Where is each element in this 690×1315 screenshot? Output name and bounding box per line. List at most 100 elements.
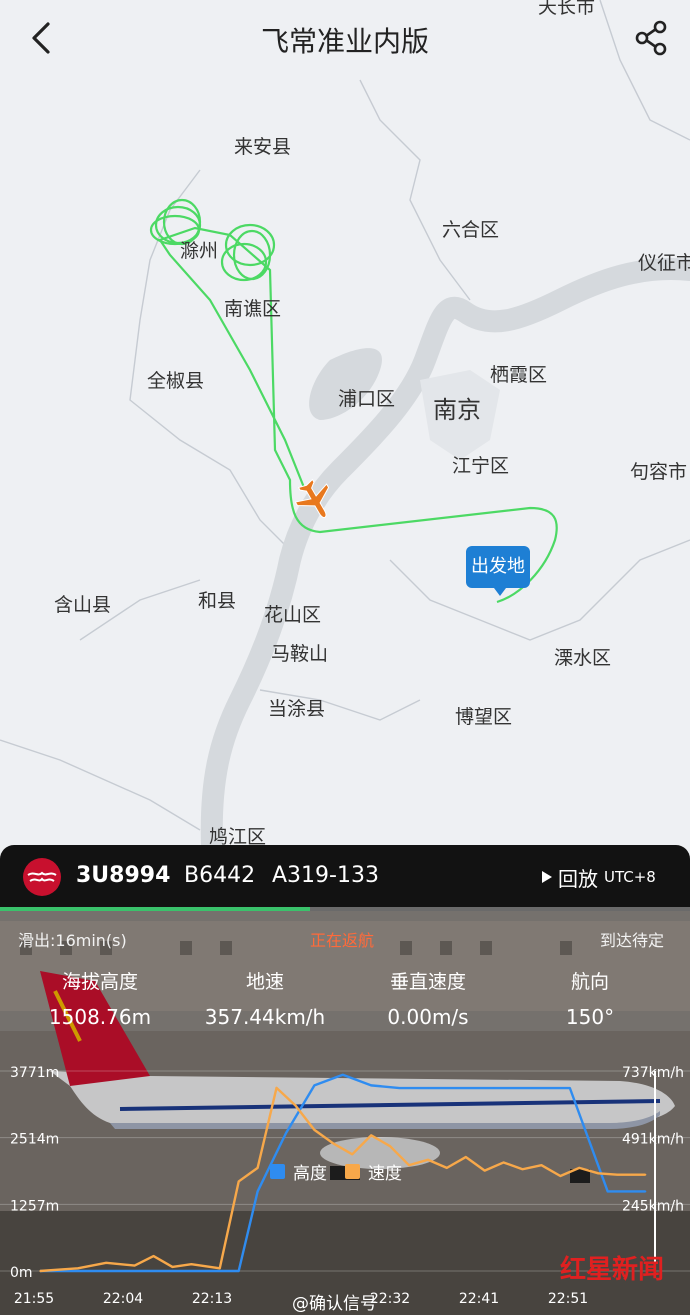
altitude-point [427, 1087, 429, 1089]
speed-point [294, 1104, 297, 1107]
chart-legend: 高度 速度 [270, 1159, 402, 1184]
map-label-quanjiao: 全椒县 [147, 370, 205, 392]
altitude-point [569, 1087, 571, 1089]
speed-point [578, 1167, 581, 1169]
speed-point [389, 1145, 391, 1147]
replay-label: 回放 [558, 866, 598, 891]
map-label-tianchang: 天长市 [538, 0, 596, 18]
aircraft-type: A319-133 [272, 863, 379, 888]
altitude-point [86, 1270, 89, 1272]
speed-point [237, 1180, 240, 1183]
left-axis-tick-label: 0m [10, 1265, 33, 1281]
altitude-point [531, 1087, 533, 1089]
speed-point [275, 1087, 278, 1089]
altitude-point [398, 1087, 401, 1089]
map-label-jiujiang: 鸠江区 [209, 826, 267, 845]
altitude-point [341, 1073, 344, 1076]
flight-number: 3U8994 [76, 863, 171, 888]
speed-point [256, 1167, 259, 1169]
x-axis-tick-label: 22:13 [192, 1291, 232, 1307]
map-label-hexian: 和县 [198, 590, 237, 612]
speed-point [616, 1173, 618, 1176]
map-label-nanqiao: 南谯区 [224, 298, 282, 320]
speed-point [218, 1267, 221, 1270]
map-label-nanjing: 南京 [433, 396, 481, 424]
map-label-liuhe: 六合区 [442, 219, 500, 241]
speed-point [351, 1153, 354, 1156]
speed-point [313, 1129, 316, 1131]
right-axis-tick-label: 491km/h [622, 1132, 684, 1148]
speed-point [77, 1267, 79, 1270]
speed-point [464, 1156, 467, 1158]
altitude-point [370, 1084, 372, 1087]
altitude-point [606, 1190, 609, 1193]
map-label-qixia: 栖霞区 [490, 364, 548, 386]
map-label-pukou: 浦口区 [338, 388, 396, 410]
speed-point [502, 1161, 505, 1164]
map-label-hanshan: 含山县 [54, 594, 112, 616]
speed-point [408, 1164, 410, 1166]
left-axis-tick-label: 2514m [10, 1132, 59, 1148]
speed-point [332, 1142, 335, 1145]
legend-altitude-label: 高度 [293, 1164, 327, 1184]
map-label-jurong: 句容市 [630, 461, 688, 483]
airline-logo-icon [23, 858, 61, 896]
altitude-point [218, 1270, 221, 1272]
flight-data-panel: 滑出:16min(s) 正在返航 到达待定 海拔高度 地速 垂直速度 航向 15… [0, 911, 690, 1315]
map-label-chuzhou: 滁州 [180, 240, 219, 262]
aircraft-registration: B6442 [184, 863, 256, 888]
map-label-huashan: 花山区 [264, 604, 322, 626]
altitude-point [237, 1270, 240, 1272]
speed-point [446, 1167, 448, 1169]
map-label-lishui: 溧水区 [554, 647, 612, 669]
legend-speed-label: 速度 [368, 1164, 402, 1184]
legend-swatch-speed [345, 1164, 360, 1179]
map-label-maanshan: 马鞍山 [271, 643, 329, 665]
map-label-bowang: 博望区 [455, 706, 513, 728]
speed-point [597, 1172, 600, 1175]
altitude-point [285, 1132, 287, 1134]
speed-point [171, 1266, 174, 1268]
replay-button[interactable]: 回放 UTC+8 [542, 861, 656, 893]
x-axis-tick-label: 22:41 [459, 1291, 499, 1307]
speed-point [483, 1169, 486, 1172]
play-icon [542, 871, 552, 883]
page-title: 飞常准业内版 [260, 25, 429, 58]
x-axis-tick-label: 22:04 [103, 1291, 143, 1307]
speed-point [190, 1263, 193, 1266]
news-logo-watermark: 红星新闻 [560, 1255, 665, 1285]
right-axis-tick-label: 245km/h [622, 1198, 684, 1214]
altitude-point [455, 1087, 458, 1089]
flight-info-bar: 3U8994 B6442 A319-133 回放 UTC+8 [0, 845, 690, 909]
left-axis-tick-label: 3771m [10, 1065, 59, 1081]
flight-map[interactable]: 飞常准业内版 天长市 来安县 六合区 仪征市 滁州 南谯区 全椒县 栖霞区 浦口… [0, 0, 690, 845]
map-label-jiangning: 江宁区 [452, 455, 510, 477]
airplane-icon[interactable] [293, 478, 337, 522]
legend-swatch-altitude [270, 1164, 285, 1179]
speed-point [39, 1270, 41, 1272]
x-axis-tick-label: 21:55 [14, 1291, 54, 1307]
map-base [0, 0, 690, 845]
speed-point [133, 1264, 136, 1267]
right-axis-tick-label: 737km/h [622, 1065, 684, 1081]
map-label-yizheng: 仪征市 [638, 252, 690, 274]
left-axis-tick-label: 1257m [10, 1198, 59, 1214]
altitude-point [256, 1190, 259, 1193]
altitude-point [171, 1270, 174, 1272]
altitude-point [313, 1084, 316, 1087]
weibo-watermark: @确认信号 [292, 1294, 377, 1314]
share-icon[interactable] [632, 18, 672, 58]
speed-point [370, 1134, 372, 1137]
speed-point [152, 1255, 155, 1257]
map-label-laian: 来安县 [234, 136, 292, 158]
x-axis-tick-label: 22:51 [548, 1291, 588, 1307]
speed-point [105, 1262, 108, 1264]
speed-point [540, 1164, 543, 1166]
altitude-point [493, 1087, 495, 1089]
map-label-dangtu: 当涂县 [268, 698, 326, 720]
origin-marker[interactable]: 出发地 [466, 546, 530, 596]
speed-point [427, 1158, 429, 1161]
speed-point [644, 1173, 647, 1176]
altitude-point [133, 1270, 136, 1272]
altitude-point [644, 1190, 647, 1193]
